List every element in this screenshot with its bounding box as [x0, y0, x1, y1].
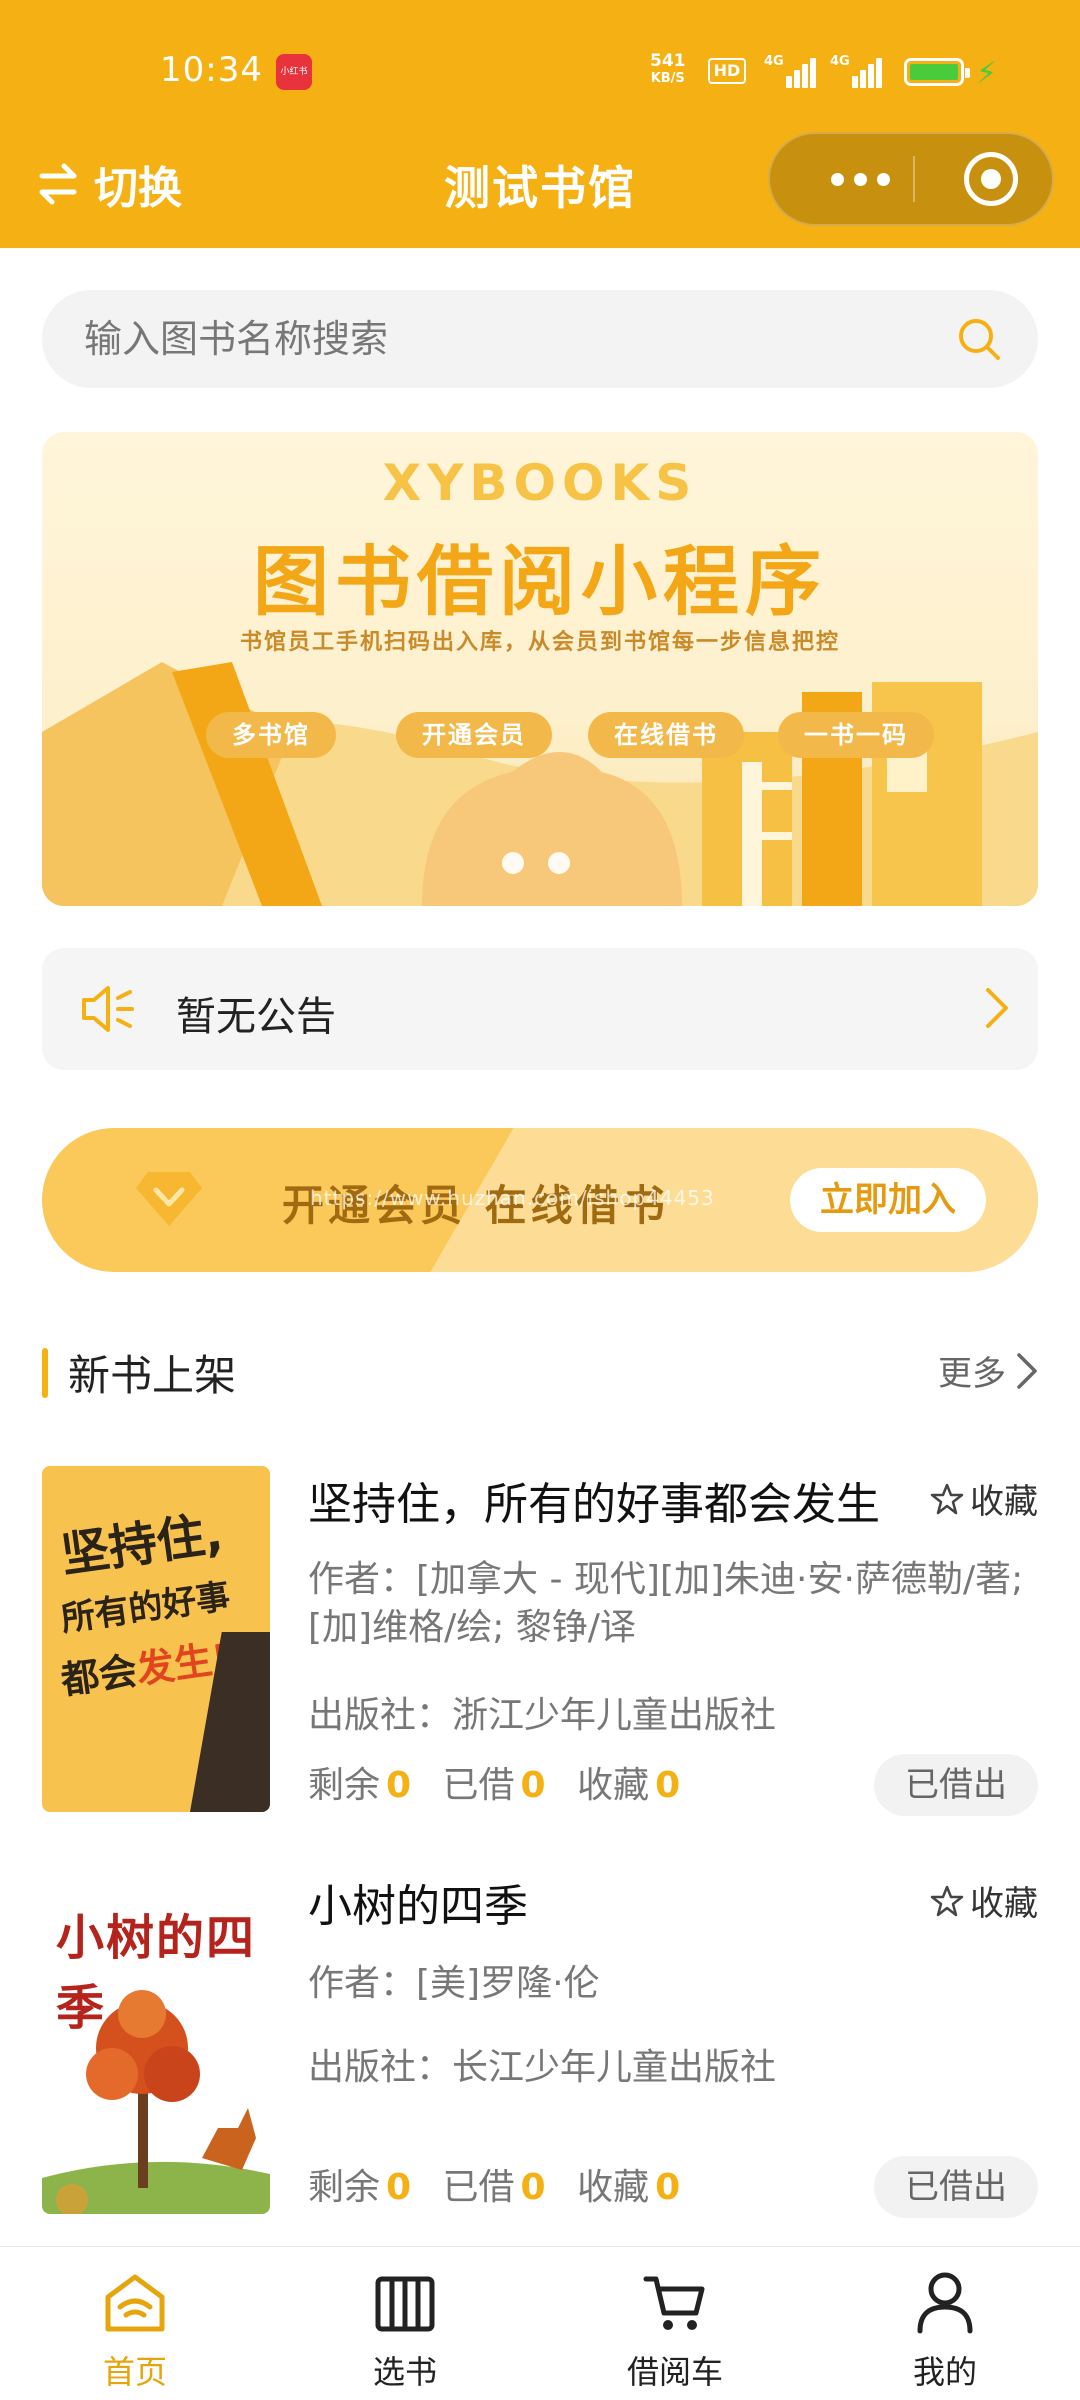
search-input[interactable] — [84, 290, 944, 388]
close-miniprogram-button[interactable] — [964, 152, 1018, 206]
book-publisher: 出版社：浙江少年儿童出版社 — [308, 1695, 777, 1736]
announcement-text: 暂无公告 — [176, 994, 336, 1040]
top-bar: 10:34 小红书 541 KB/S HD 4G 4G ⚡ 切换 测试书馆 — [0, 0, 1080, 248]
switch-label: 切换 — [94, 163, 182, 214]
tab-label: 我的 — [912, 2353, 977, 2391]
tab-label: 借阅车 — [626, 2353, 723, 2391]
section-title: 新书上架 — [68, 1351, 237, 1400]
user-icon — [917, 2272, 973, 2334]
diamond-icon — [136, 1172, 202, 1226]
book-author: 作者：[加拿大 - 现代][加]朱迪·安·萨德勒/著; [加]维格/绘; 黎铮/… — [308, 1559, 1024, 1648]
more-label: 更多 — [938, 1354, 1006, 1394]
cart-icon — [643, 2276, 705, 2330]
switch-icon — [39, 163, 77, 205]
watermark-text: https://www.huzhan.com/ishop44453 — [310, 1186, 715, 1210]
favorite-label: 收藏 — [970, 1884, 1038, 1924]
chevron-right-icon — [1017, 1352, 1037, 1389]
banner-dot[interactable] — [502, 852, 524, 874]
network-speed-value: 541 — [650, 51, 686, 71]
search-bar — [42, 290, 1038, 388]
banner-tag: 在线借书 — [588, 712, 744, 758]
book-title: 小树的四季 — [308, 1881, 528, 1932]
new-books-header: 新书上架 更多 — [42, 1340, 1038, 1400]
tree-illustration — [42, 1990, 270, 2214]
book-publisher: 出版社：长江少年儿童出版社 — [308, 2047, 777, 2088]
page-title: 测试书馆 — [444, 161, 636, 215]
banner-brand: XYBOOKS — [382, 454, 698, 512]
network-speed: 541 KB/S — [650, 52, 686, 88]
join-now-button[interactable]: 立即加入 — [790, 1168, 986, 1232]
favorite-label: 收藏 — [970, 1482, 1038, 1522]
tab-label: 首页 — [102, 2353, 167, 2391]
promo-banner[interactable]: XYBOOKS 图书借阅小程序 书馆员工手机扫码出入库，从会员到书馆每一步信息把… — [42, 432, 1038, 906]
banner-title: 图书借阅小程序 — [253, 537, 827, 626]
star-icon — [930, 1885, 964, 1916]
favorite-button[interactable]: 收藏 — [930, 1474, 1038, 1523]
tab-label: 选书 — [372, 2353, 437, 2391]
remaining-count: 0 — [386, 1765, 412, 1806]
status-time: 10:34 — [160, 50, 263, 90]
signal-2-icon: 4G — [830, 54, 882, 88]
favorite-button[interactable]: 收藏 — [930, 1876, 1038, 1925]
books-icon — [375, 2276, 435, 2332]
battery-icon — [904, 58, 970, 86]
charging-icon: ⚡ — [976, 56, 998, 91]
borrow-status-badge: 已借出 — [874, 1754, 1038, 1816]
tab-home[interactable]: 首页 — [0, 2247, 270, 2400]
announcement-bar[interactable]: 暂无公告 — [42, 948, 1038, 1070]
book-cover[interactable]: 小树的四季 — [42, 1868, 270, 2214]
book-item[interactable]: 小树的四季 小树的四季 收藏 作者：[美]罗隆·伦 出版社：长江少年儿童出版社 … — [42, 1868, 1038, 2218]
banner-tag: 一书一码 — [778, 712, 934, 758]
switch-library-button[interactable]: 切换 — [34, 152, 182, 216]
network-speed-unit: KB/S — [650, 71, 685, 86]
tab-mine[interactable]: 我的 — [810, 2247, 1080, 2400]
banner-pagination — [502, 852, 570, 874]
signal-1-icon: 4G — [764, 54, 816, 88]
book-stats: 剩余 0 已借 0 收藏 0 — [308, 1765, 681, 1806]
remaining-count: 0 — [386, 2167, 412, 2208]
book-item[interactable]: 坚持住, 所有的好事 都会发生! 坚持住，所有的好事都会发生 收藏 作者：[加拿… — [42, 1466, 1038, 1816]
book-cover[interactable]: 坚持住, 所有的好事 都会发生! — [42, 1466, 270, 1812]
signal-1-label: 4G — [764, 54, 784, 69]
speaker-icon — [82, 986, 134, 1032]
banner-tag: 开通会员 — [396, 712, 552, 758]
section-accent — [42, 1348, 48, 1398]
banner-subtitle: 书馆员工手机扫码出入库，从会员到书馆每一步信息把控 — [239, 630, 840, 655]
more-link[interactable]: 更多 — [938, 1346, 1038, 1395]
banner-dot[interactable] — [548, 852, 570, 874]
borrowed-count: 0 — [520, 2167, 546, 2208]
borrow-status-badge: 已借出 — [874, 2156, 1038, 2218]
tab-borrow-cart[interactable]: 借阅车 — [540, 2247, 810, 2400]
book-title: 坚持住，所有的好事都会发生 — [308, 1479, 880, 1530]
membership-banner[interactable]: 开通会员 在线借书 https://www.huzhan.com/ishop44… — [42, 1128, 1038, 1272]
book-stats: 剩余 0 已借 0 收藏 0 — [308, 2167, 681, 2208]
status-bar: 10:34 小红书 541 KB/S HD 4G 4G ⚡ — [0, 0, 1080, 140]
star-icon — [930, 1483, 964, 1514]
more-menu-button[interactable] — [812, 134, 908, 224]
bottom-tab-bar: 首页 选书 借阅车 我的 — [0, 2246, 1080, 2400]
book-author: 作者：[美]罗隆·伦 — [308, 1963, 600, 2004]
xiaohongshu-app-icon: 小红书 — [276, 54, 312, 90]
search-icon[interactable] — [956, 316, 1002, 362]
tab-choose-books[interactable]: 选书 — [270, 2247, 540, 2400]
favorites-count: 0 — [655, 1765, 681, 1806]
favorites-count: 0 — [655, 2167, 681, 2208]
chevron-right-icon — [986, 988, 1008, 1028]
hd-voice-icon: HD — [708, 58, 746, 84]
banner-tag: 多书馆 — [206, 712, 336, 758]
home-icon — [105, 2274, 165, 2332]
signal-2-label: 4G — [830, 54, 850, 69]
miniprogram-capsule — [768, 132, 1054, 226]
borrowed-count: 0 — [520, 1765, 546, 1806]
